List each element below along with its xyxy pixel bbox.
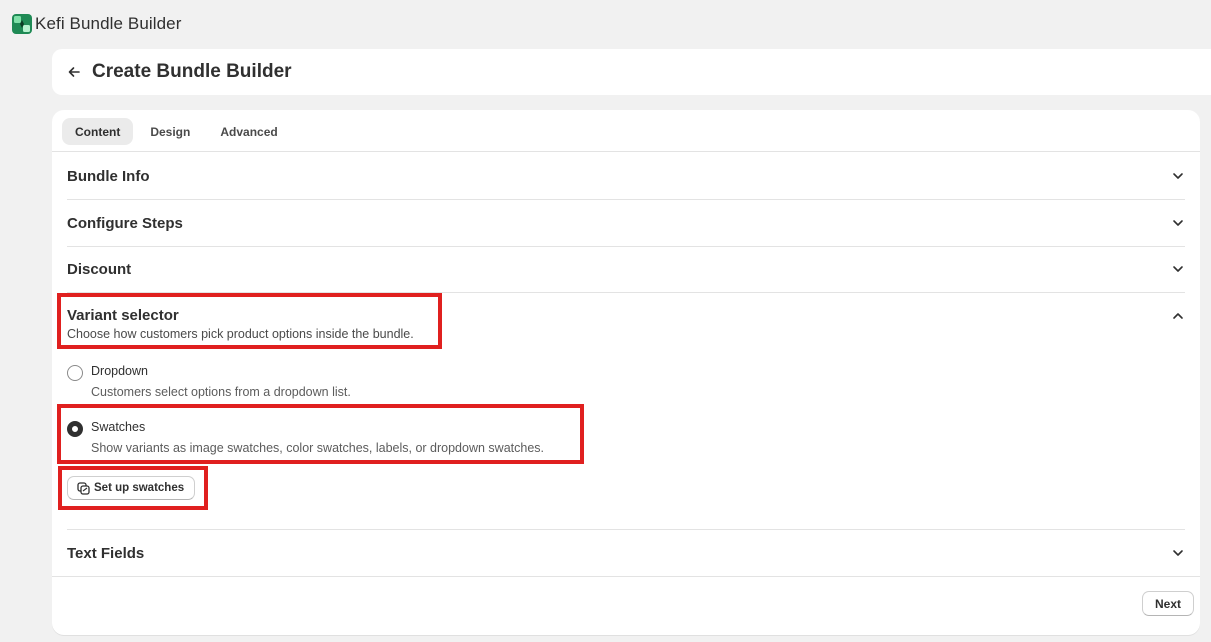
tab-bar: Content Design Advanced [62,118,291,145]
tabs-divider [52,151,1200,152]
chevron-down-icon[interactable] [1171,546,1185,560]
highlight-box-swatches-option [57,404,584,464]
radio-button[interactable] [67,365,83,381]
section-title: Text Fields [67,544,145,562]
builder-card: Content Design Advanced Bundle Info Conf… [52,110,1200,635]
app-title: Kefi Bundle Builder [35,14,182,33]
next-button[interactable]: Next [1142,591,1195,616]
tab-advanced[interactable]: Advanced [207,118,290,145]
arrow-left-icon[interactable] [66,64,82,80]
highlight-box-variant-selector [57,293,442,349]
page-title: Create Bundle Builder [92,61,292,82]
chevron-down-icon[interactable] [1171,169,1185,183]
section-title: Configure Steps [67,214,183,232]
footer-divider [52,576,1200,577]
section-title: Discount [67,260,132,278]
section-text-fields[interactable]: Text Fields [67,530,1185,576]
highlight-box-setup-button [58,466,208,510]
section-bundle-info[interactable]: Bundle Info [67,153,1185,199]
kefi-logo-icon [12,14,32,34]
chevron-down-icon[interactable] [1171,216,1185,230]
page-header: Create Bundle Builder [52,49,1211,95]
tab-design[interactable]: Design [137,118,203,145]
tab-content[interactable]: Content [62,118,134,145]
app-topbar: Kefi Bundle Builder [0,0,1211,48]
chevron-up-icon[interactable] [1171,309,1185,323]
chevron-down-icon[interactable] [1171,262,1185,276]
section-discount[interactable]: Discount [67,246,1185,292]
radio-dropdown[interactable]: Dropdown [67,364,148,381]
section-title: Bundle Info [67,167,150,185]
section-configure-steps[interactable]: Configure Steps [67,200,1185,246]
radio-help-text: Customers select options from a dropdown… [91,385,351,399]
radio-label: Dropdown [91,364,148,378]
